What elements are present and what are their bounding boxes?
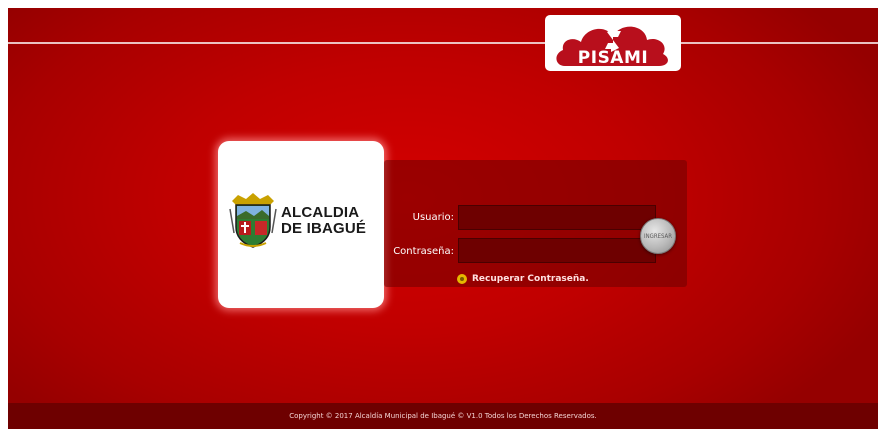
logo-line-1: ALCALDIA <box>281 204 360 221</box>
copyright-text: Copyright © 2017 Alcaldía Municipal de I… <box>289 412 597 420</box>
key-icon <box>457 274 467 284</box>
login-page: PISAMI ALCALDIA DE IBAGUÉ Usuario: Contr… <box>8 8 878 429</box>
password-label: Contraseña: <box>393 246 454 257</box>
login-form: Usuario: Contraseña: INGRESAR Recuperar … <box>384 160 687 287</box>
username-label: Usuario: <box>412 212 454 223</box>
username-input[interactable] <box>458 205 656 230</box>
coat-of-arms-icon <box>229 193 277 248</box>
pisami-logo: PISAMI <box>545 15 681 71</box>
alcaldia-wordmark: ALCALDIA DE IBAGUÉ <box>281 205 366 237</box>
footer: Copyright © 2017 Alcaldía Municipal de I… <box>8 403 878 429</box>
alcaldia-logo-card: ALCALDIA DE IBAGUÉ <box>218 141 384 308</box>
logo-line-2: DE IBAGUÉ <box>281 220 367 237</box>
header-divider <box>8 42 878 44</box>
recover-password-link[interactable]: Recuperar Contraseña. <box>457 274 589 284</box>
recover-password-label: Recuperar Contraseña. <box>472 274 589 284</box>
login-button[interactable]: INGRESAR <box>640 218 676 254</box>
password-input[interactable] <box>458 238 656 263</box>
brand-name: PISAMI <box>577 48 649 68</box>
